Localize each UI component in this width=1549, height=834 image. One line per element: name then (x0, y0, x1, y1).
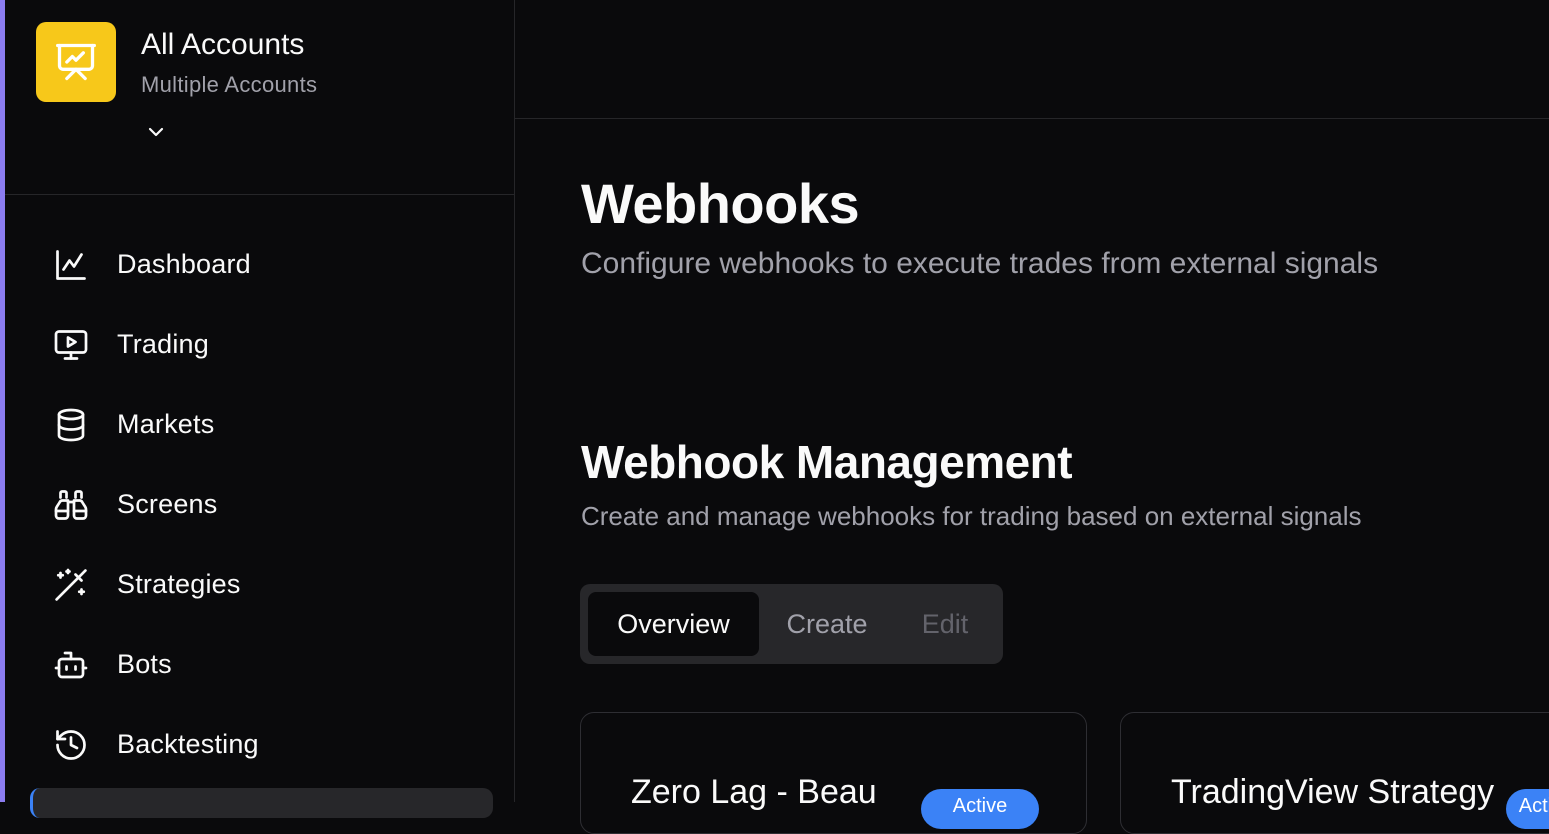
tab-create[interactable]: Create (770, 592, 884, 656)
sidebar-item-label: Trading (117, 329, 209, 359)
webhook-card[interactable]: TradingView Strategy Active (1120, 712, 1549, 834)
section-subtitle: Create and manage webhooks for trading b… (581, 501, 1362, 531)
sidebar-item-screens[interactable]: Screens (5, 464, 514, 544)
presentation-chart-icon (36, 22, 116, 102)
main-content: Webhooks Configure webhooks to execute t… (515, 119, 1549, 834)
magic-wand-icon (52, 566, 90, 604)
sidebar-item-dashboard[interactable]: Dashboard (5, 224, 514, 304)
page-subtitle: Configure webhooks to execute trades fro… (581, 247, 1379, 280)
webhook-card[interactable]: Zero Lag - Beau Active (580, 712, 1087, 834)
sidebar-item-webhooks[interactable] (30, 788, 493, 818)
sidebar-nav: Dashboard Trading Markets Screens Strate… (5, 224, 514, 784)
account-name: All Accounts (141, 28, 305, 61)
sidebar-item-markets[interactable]: Markets (5, 384, 514, 464)
binoculars-icon (52, 486, 90, 524)
sidebar-item-label: Dashboard (117, 249, 251, 279)
sidebar-item-label: Screens (117, 489, 218, 519)
section-title: Webhook Management (581, 436, 1073, 488)
tab-overview[interactable]: Overview (588, 592, 759, 656)
sidebar-item-backtesting[interactable]: Backtesting (5, 704, 514, 784)
webhook-card-title: Zero Lag - Beau (631, 773, 877, 811)
webhook-tabs: Overview Create Edit (580, 584, 1003, 664)
sidebar: All Accounts Multiple Accounts Dashboard… (5, 0, 515, 818)
sidebar-item-trading[interactable]: Trading (5, 304, 514, 384)
account-subtitle: Multiple Accounts (141, 72, 318, 97)
sidebar-item-bots[interactable]: Bots (5, 624, 514, 704)
account-switcher[interactable]: All Accounts Multiple Accounts (5, 0, 514, 195)
sidebar-item-label: Markets (117, 409, 215, 439)
database-icon (52, 406, 90, 444)
sidebar-item-strategies[interactable]: Strategies (5, 544, 514, 624)
sidebar-item-label: Strategies (117, 569, 241, 599)
status-badge: Active (1506, 789, 1549, 829)
history-icon (52, 726, 90, 764)
monitor-play-icon (52, 326, 90, 364)
chevron-down-icon[interactable] (144, 120, 168, 144)
bot-icon (52, 646, 90, 684)
webhook-card-title: TradingView Strategy (1171, 773, 1495, 811)
tab-edit: Edit (921, 608, 969, 639)
sidebar-item-label: Bots (117, 649, 172, 679)
top-bar (515, 0, 1549, 119)
sidebar-item-label: Backtesting (117, 729, 259, 759)
status-badge: Active (921, 789, 1039, 829)
chart-line-icon (52, 246, 90, 284)
page-title: Webhooks (581, 172, 860, 235)
